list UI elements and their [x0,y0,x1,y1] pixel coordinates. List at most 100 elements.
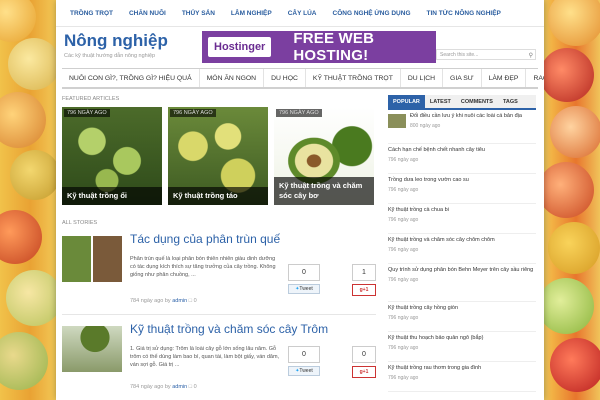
popular-date: 796 ngày ago [388,375,419,381]
search-icon[interactable]: ⚲ [529,51,533,62]
popular-item[interactable]: Đối điều cần lưu ý khi nuôi các loài cá … [388,110,536,144]
popular-item[interactable]: Kỹ thuật trồng rau thơm trong gia đình 7… [388,362,536,392]
search-input[interactable]: Search this site... ⚲ [436,49,536,60]
popular-date: 796 ngày ago [388,217,419,223]
comment-icon: □ [188,384,193,390]
story-thumbnail[interactable] [62,326,122,372]
story-comment-count[interactable]: 0 [194,298,197,304]
tab-tags[interactable]: TAGS [498,95,523,108]
card-caption[interactable]: Kỹ thuật trồng ổi [62,187,162,205]
popular-thumbnail[interactable] [388,114,406,128]
like-count[interactable]: 0 [352,346,376,363]
divider [62,314,376,315]
all-stories-heading: ALL STORIES [62,220,98,226]
tab-popular[interactable]: POPULAR [388,95,425,108]
tweet-button[interactable]: ✦Tweet [288,284,320,294]
story-age: 784 ngày ago [130,384,164,390]
mainnav-item-rao-vat[interactable]: RAO VẶT [526,69,544,87]
story-title[interactable]: Tác dụng của phân trùn quế [130,232,280,246]
popular-title[interactable]: Cách hạn chế bệnh chết nhanh cây tiêu [388,147,536,154]
card-age-badge: 796 NGÀY AGO [170,109,216,117]
popular-title[interactable]: Kỹ thuật trồng rau thơm trong gia đình [388,365,536,372]
topnav-item-thuy-san[interactable]: THỦY SẢN [182,10,215,17]
featured-card[interactable]: 796 NGÀY AGO Kỹ thuật trồng táo [168,107,268,205]
popular-date: 796 ngày ago [388,315,419,321]
story-by: by [164,384,171,390]
google-plus-button[interactable]: g+1 [352,366,376,378]
site-header: Nông nghiệp Các kỹ thuật hướng dẫn nông … [56,27,544,69]
popular-item[interactable]: Quy trình sử dụng phân bón Behn Meyer tr… [388,264,536,302]
popular-title[interactable]: Kỹ thuật trồng cây hồng giòn [388,305,536,312]
popular-title[interactable]: Kỹ thuật trồng và chăm sóc cây chôm chôm [388,237,536,244]
story-item: Kỹ thuật trồng và chăm sóc cây Trôm 1. G… [62,322,376,396]
topnav-item-lam-nghiep[interactable]: LÂM NGHIỆP [231,10,272,17]
popular-title[interactable]: Đối điều cần lưu ý khi nuôi các loài cá … [410,113,536,120]
story-meta: 784 ngày ago by admin □ 0 [130,384,197,390]
popular-item[interactable]: Kỹ thuật trồng cây hồng giòn 796 ngày ag… [388,302,536,332]
site-tagline: Các kỹ thuật hướng dẫn nông nghiệp [64,53,156,59]
topnav-item-chan-nuoi[interactable]: CHĂN NUÔI [129,10,166,17]
share-count[interactable]: 0 [288,264,320,281]
popular-item[interactable]: Cách hạn chế bệnh chết nhanh cây tiêu 79… [388,144,536,174]
story-author-link[interactable]: admin [172,298,187,304]
story-item: Tác dụng của phân trùn quế Phân trùn quế… [62,232,376,316]
popular-item[interactable]: Kỹ thuật trồng và chăm sóc cây chôm chôm… [388,234,536,264]
card-caption[interactable]: Kỹ thuật trồng táo [168,187,268,205]
topnav-item-cay-lua[interactable]: CÂY LÚA [288,10,317,17]
popular-title[interactable]: Trồng dưa leo trong vườn cao su [388,177,536,184]
comment-icon: □ [188,298,193,304]
card-age-badge: 796 NGÀY AGO [64,109,110,117]
tab-comments[interactable]: COMMENTS [456,95,498,108]
ad-banner[interactable]: Hostinger FREE WEB HOSTING! [202,30,436,64]
banner-promo-text: FREE WEB HOSTING! [293,30,375,64]
google-plus-button[interactable]: g+1 [352,284,376,296]
story-excerpt: 1. Giá trị sử dụng: Trôm là loài cây gỗ … [130,346,280,368]
card-caption[interactable]: Kỹ thuật trồng và chăm sóc cây bơ [274,177,374,205]
featured-articles: 796 NGÀY AGO Kỹ thuật trồng ổi 796 NGÀY … [62,107,374,205]
story-excerpt: Phân trùn quế là loại phân bón thiên nhi… [130,256,276,278]
story-thumbnail[interactable] [62,236,122,282]
popular-date: 796 ngày ago [388,157,419,163]
mainnav-item-ky-thuat-trong-trot[interactable]: KỸ THUẬT TRỒNG TRỌT [306,69,401,87]
sidebar-tabs: POPULAR LATEST COMMENTS TAGS [388,95,536,110]
popular-date: 800 ngày ago [410,123,441,129]
top-navigation: TRỒNG TRỌT CHĂN NUÔI THỦY SẢN LÂM NGHIỆP… [56,0,544,27]
site-title[interactable]: Nông nghiệp [64,31,168,51]
topnav-item-trong-trot[interactable]: TRỒNG TRỌT [70,10,113,17]
page-container: TRỒNG TRỌT CHĂN NUÔI THỦY SẢN LÂM NGHIỆP… [56,0,544,400]
banner-brand: Hostinger [208,37,272,57]
popular-title[interactable]: Quy trình sử dụng phân bón Behn Meyer tr… [388,267,536,274]
sidebar-widget: POPULAR LATEST COMMENTS TAGS Đối điều cầ… [388,95,536,392]
story-by: by [164,298,171,304]
popular-item[interactable]: Trồng dưa leo trong vườn cao su 796 ngày… [388,174,536,204]
fruit-background-left [0,0,56,400]
popular-title[interactable]: Kỹ thuật thu hoạch bảo quản ngô (bắp) [388,335,536,342]
popular-date: 796 ngày ago [388,187,419,193]
fruit-background-right [544,0,600,400]
popular-item[interactable]: Kỹ thuật thu hoạch bảo quản ngô (bắp) 79… [388,332,536,362]
story-age: 784 ngày ago [130,298,164,304]
tab-latest[interactable]: LATEST [425,95,456,108]
tweet-button[interactable]: ✦Tweet [288,366,320,376]
topnav-item-cong-nghe[interactable]: CÔNG NGHỆ ỨNG DỤNG [333,10,411,17]
mainnav-item-du-hoc[interactable]: DU HỌC [264,69,306,87]
mainnav-item-gia-su[interactable]: GIA SƯ [443,69,482,87]
featured-card[interactable]: 796 NGÀY AGO Kỹ thuật trồng và chăm sóc … [274,107,374,205]
story-author-link[interactable]: admin [172,384,187,390]
share-count[interactable]: 0 [288,346,320,363]
mainnav-item-du-lich[interactable]: DU LỊCH [401,69,444,87]
card-age-badge: 796 NGÀY AGO [276,109,322,117]
search-placeholder: Search this site... [440,52,479,58]
mainnav-item-lam-dep[interactable]: LÀM ĐẸP [482,69,527,87]
story-title[interactable]: Kỹ thuật trồng và chăm sóc cây Trôm [130,322,328,336]
popular-item[interactable]: Kỹ thuật trồng cà chua bi 796 ngày ago [388,204,536,234]
story-meta: 784 ngày ago by admin □ 0 [130,298,197,304]
topnav-item-tin-tuc[interactable]: TIN TỨC NÔNG NGHIỆP [427,10,501,17]
popular-date: 796 ngày ago [388,345,419,351]
mainnav-item-mon-an-ngon[interactable]: MÓN ĂN NGON [200,69,265,87]
popular-title[interactable]: Kỹ thuật trồng cà chua bi [388,207,536,214]
mainnav-item-nuoi-con-gi[interactable]: NUÔI CON GÌ?, TRỒNG GÌ? HIỆU QUẢ [62,69,200,87]
featured-card[interactable]: 796 NGÀY AGO Kỹ thuật trồng ổi [62,107,162,205]
story-comment-count[interactable]: 0 [194,384,197,390]
like-count[interactable]: 1 [352,264,376,281]
